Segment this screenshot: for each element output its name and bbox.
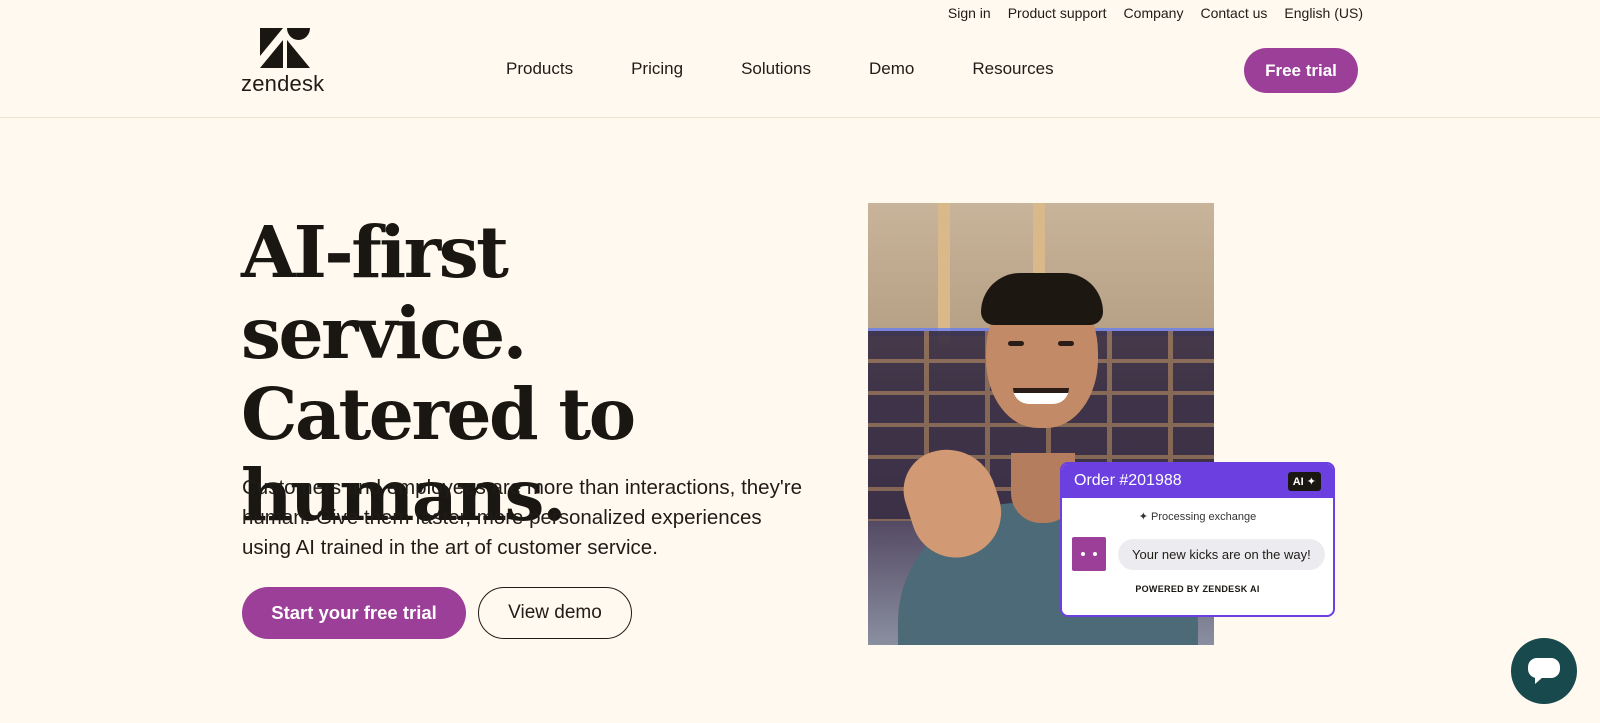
- chat-launcher-button[interactable]: [1511, 638, 1577, 704]
- person-hair: [981, 273, 1103, 325]
- product-support-link[interactable]: Product support: [1008, 5, 1107, 21]
- utility-nav: Sign in Product support Company Contact …: [948, 5, 1363, 21]
- start-free-trial-button[interactable]: Start your free trial: [242, 587, 466, 639]
- site-header: Sign in Product support Company Contact …: [0, 0, 1600, 118]
- person-smile: [1013, 388, 1069, 404]
- view-demo-button[interactable]: View demo: [478, 587, 632, 639]
- order-card-header: Order #201988 AI ✦: [1062, 464, 1333, 498]
- chat-bubble-icon: [1528, 658, 1560, 684]
- person-eye: [1008, 341, 1024, 346]
- headline-line: Catered to: [241, 372, 636, 456]
- sign-in-link[interactable]: Sign in: [948, 5, 991, 21]
- sparkle-icon: ✦: [1138, 511, 1152, 523]
- hero-subtext: Customers and employees are more than in…: [242, 476, 802, 559]
- headline-line: AI-first service.: [241, 210, 527, 375]
- nav-demo[interactable]: Demo: [869, 59, 914, 79]
- nav-solutions[interactable]: Solutions: [741, 59, 811, 79]
- free-trial-button[interactable]: Free trial: [1244, 48, 1358, 93]
- contact-us-link[interactable]: Contact us: [1200, 5, 1267, 21]
- company-link[interactable]: Company: [1124, 5, 1184, 21]
- ai-badge: AI ✦: [1287, 471, 1321, 491]
- nav-pricing[interactable]: Pricing: [631, 59, 683, 79]
- nav-products[interactable]: Products: [506, 59, 573, 79]
- order-title: Order #201988: [1074, 472, 1182, 489]
- zendesk-logo-icon: [260, 28, 310, 68]
- nav-resources[interactable]: Resources: [972, 59, 1053, 79]
- zendesk-logo[interactable]: zendesk: [241, 28, 331, 96]
- processing-label: Processing exchange: [1151, 511, 1257, 523]
- page: Sign in Product support Company Contact …: [0, 0, 1600, 723]
- powered-by-label: POWERED BY ZENDESK AI: [1135, 584, 1260, 594]
- chat-message-row: Your new kicks are on the way!: [1072, 537, 1333, 571]
- chat-bubble: Your new kicks are on the way!: [1118, 538, 1325, 570]
- language-selector[interactable]: English (US): [1284, 5, 1363, 21]
- person-eye: [1058, 341, 1074, 346]
- main-nav: Products Pricing Solutions Demo Resource…: [506, 59, 1054, 79]
- bot-avatar-icon: [1072, 537, 1106, 571]
- wall-beam: [938, 203, 950, 343]
- processing-status: ✦ Processing exchange: [1062, 510, 1333, 523]
- order-card: Order #201988 AI ✦ ✦ Processing exchange…: [1060, 462, 1335, 617]
- logo-wordmark: zendesk: [241, 71, 325, 96]
